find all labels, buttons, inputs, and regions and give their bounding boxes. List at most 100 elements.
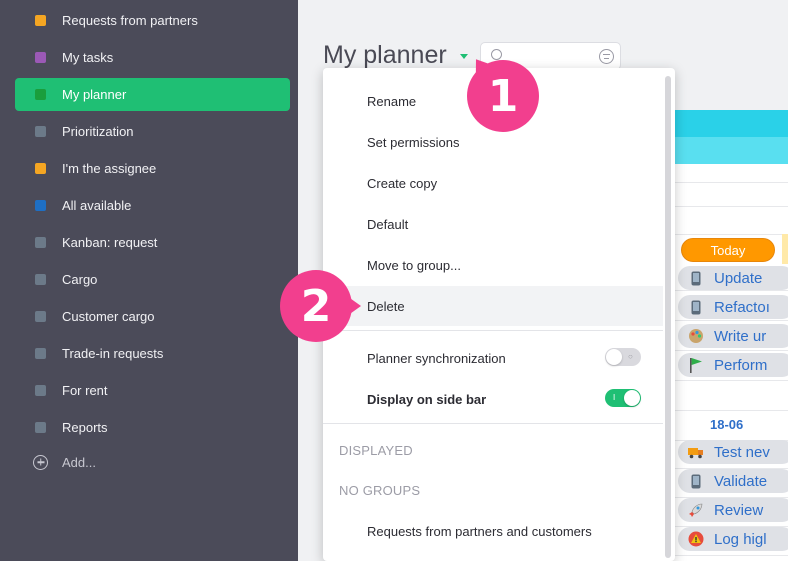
sidebar-item-label: Reports <box>62 420 108 435</box>
chevron-down-icon[interactable] <box>460 54 468 59</box>
grid-line <box>658 380 788 381</box>
section-displayed: DISPLAYED <box>339 443 413 458</box>
planner-sync-toggle[interactable]: ○ <box>605 348 641 366</box>
planner-color-dot <box>35 348 46 359</box>
sidebar-item-label: Trade-in requests <box>62 346 164 361</box>
sidebar-item-label: For rent <box>62 383 108 398</box>
task-title: Refactoı <box>714 298 770 316</box>
sidebar-item-trade-in-requests[interactable]: Trade-in requests <box>15 337 290 370</box>
task-title: Validate <box>714 472 768 490</box>
truck-icon <box>688 444 704 460</box>
warning-icon <box>688 531 704 547</box>
page-title[interactable]: My planner <box>323 41 447 70</box>
sidebar-item-requests-from-partners[interactable]: Requests from partners <box>15 4 290 37</box>
sidebar-item-label: Kanban: request <box>62 235 158 250</box>
sidebar-item-kanban-request[interactable]: Kanban: request <box>15 226 290 259</box>
task-title: Update <box>714 269 763 287</box>
sidebar-item-all-available[interactable]: All available <box>15 189 290 222</box>
menu-item-group-planner[interactable]: Requests from partners and customers <box>323 511 663 551</box>
sidebar-item-label: My planner <box>62 87 127 102</box>
sidebar-item-label: All available <box>62 198 132 213</box>
menu-item-create-copy[interactable]: Create copy <box>323 163 663 203</box>
planner-color-dot <box>35 385 46 396</box>
callout-badge-2: 2 <box>280 270 352 342</box>
date-label: 18-06 <box>710 417 744 432</box>
add-planner-button[interactable]: Add... <box>33 448 298 476</box>
section-no-groups: NO GROUPS <box>339 483 421 498</box>
grid-line <box>658 206 788 207</box>
task-title: Review <box>714 501 764 519</box>
weekend-highlight <box>782 234 788 264</box>
toggle-knob <box>624 390 640 406</box>
task-chip[interactable]: Update <box>678 266 788 290</box>
planner-options-menu: Rename Set permissions Create copy Defau… <box>323 68 675 561</box>
grid-line <box>658 182 788 183</box>
menu-divider <box>323 423 663 424</box>
sidebar-item-reports[interactable]: Reports <box>15 411 290 444</box>
sidebar-item-cargo[interactable]: Cargo <box>15 263 290 296</box>
task-chip[interactable]: Review <box>678 498 788 522</box>
task-chip[interactable]: Refactoı <box>678 295 788 319</box>
sidebar-item-label: I'm the assignee <box>62 161 157 176</box>
planner-color-dot <box>35 126 46 137</box>
display-on-sidebar-label: Display on side bar <box>367 391 487 407</box>
palette-icon <box>688 328 704 344</box>
grid-line <box>658 320 788 321</box>
toggle-off-icon: ○ <box>628 352 633 361</box>
add-circle-icon <box>33 454 48 470</box>
task-title: Perform <box>714 356 768 374</box>
task-chip[interactable]: Log higl <box>678 527 788 551</box>
grid-line <box>658 555 788 556</box>
rocket-icon <box>688 502 704 518</box>
toggle-knob <box>606 349 622 365</box>
task-title: Write ur <box>714 327 767 345</box>
filter-icon[interactable] <box>599 49 614 64</box>
flag-icon <box>688 357 704 373</box>
planner-color-dot <box>35 422 46 433</box>
sidebar-item-label: Requests from partners <box>62 13 198 28</box>
planner-board: Today Update Refactoı Write ur Perform 1… <box>658 110 788 561</box>
task-chip[interactable]: Validate <box>678 469 788 493</box>
sidebar-item-label: Customer cargo <box>62 309 155 324</box>
grid-line <box>658 234 788 235</box>
menu-divider <box>323 330 663 331</box>
board-header-band <box>658 110 788 137</box>
sidebar-item-my-planner[interactable]: My planner <box>15 78 290 111</box>
sidebar-item-label: Prioritization <box>62 124 134 139</box>
planner-color-dot <box>35 200 46 211</box>
planner-color-dot <box>35 52 46 63</box>
board-subheader-band <box>658 137 788 164</box>
sidebar-item-for-rent[interactable]: For rent <box>15 374 290 407</box>
planner-sync-label: Planner synchronization <box>367 350 506 366</box>
planner-color-dot <box>35 311 46 322</box>
planner-color-dot <box>35 237 46 248</box>
display-on-sidebar-toggle[interactable]: I <box>605 389 641 407</box>
menu-scrollbar[interactable] <box>665 76 671 558</box>
grid-line <box>658 350 788 351</box>
menu-item-default[interactable]: Default <box>323 204 663 244</box>
sidebar-item-im-the-assignee[interactable]: I'm the assignee <box>15 152 290 185</box>
menu-item-delete[interactable]: Delete <box>323 286 663 326</box>
grid-line <box>658 410 788 411</box>
sidebar: Requests from partners My tasks My plann… <box>0 0 298 561</box>
planner-color-dot <box>35 89 46 100</box>
planner-color-dot <box>35 163 46 174</box>
menu-item-move-to-group[interactable]: Move to group... <box>323 245 663 285</box>
planner-color-dot <box>35 15 46 26</box>
sidebar-item-label: Cargo <box>62 272 98 287</box>
task-chip[interactable]: Write ur <box>678 324 788 348</box>
task-title: Log higl <box>714 530 767 548</box>
sidebar-item-customer-cargo[interactable]: Customer cargo <box>15 300 290 333</box>
task-chip[interactable]: Perform <box>678 353 788 377</box>
phone-icon <box>688 270 704 286</box>
search-icon <box>491 49 502 60</box>
sidebar-item-label: My tasks <box>62 50 114 65</box>
planner-color-dot <box>35 274 46 285</box>
callout-badge-1: 1 <box>467 60 539 132</box>
sidebar-item-prioritization[interactable]: Prioritization <box>15 115 290 148</box>
phone-icon <box>688 299 704 315</box>
task-chip[interactable]: Test nev <box>678 440 788 464</box>
sidebar-item-my-tasks[interactable]: My tasks <box>15 41 290 74</box>
grid-line <box>658 290 788 291</box>
today-badge[interactable]: Today <box>681 238 775 262</box>
